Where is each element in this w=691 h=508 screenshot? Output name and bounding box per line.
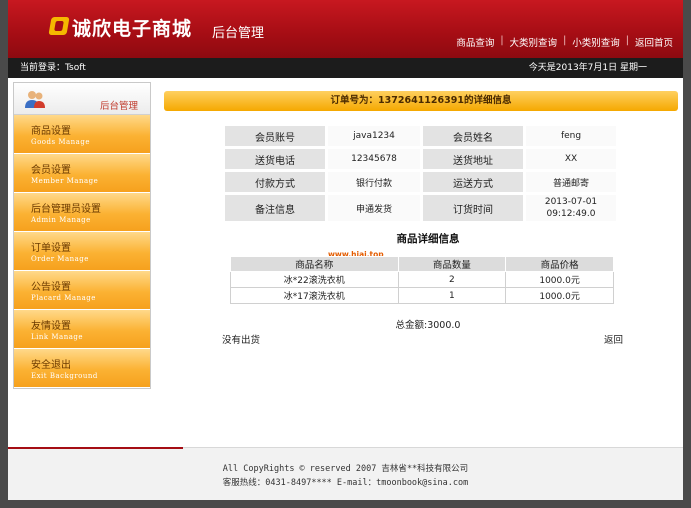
field-value: 银行付款	[328, 172, 420, 192]
field-value: XX	[526, 149, 616, 169]
sidebar: 后台管理 商品设置 Goods Manage 会员设置 Member Manag…	[13, 82, 151, 389]
table-row: 冰*22滚洗衣机 2 1000.0元	[230, 271, 614, 288]
field-label: 会员账号	[225, 126, 325, 146]
brand-subtitle: 后台管理	[212, 26, 265, 41]
top-nav: 商品查询 | 大类别查询 | 小类别查询 | 返回首页	[456, 35, 673, 49]
field-label: 送货电话	[225, 149, 325, 169]
sidebar-item-sublabel: Placard Manage	[31, 294, 96, 302]
table-cell: 冰*22滚洗衣机	[230, 271, 399, 288]
brand-name: 诚欣电子商城	[72, 18, 193, 40]
sidebar-item-sublabel: Member Manage	[31, 177, 99, 185]
nav-separator: |	[500, 35, 504, 46]
sidebar-item-sublabel: Exit Background	[31, 372, 98, 380]
field-value: 12345678	[328, 149, 420, 169]
column-header: 商品价格	[505, 256, 614, 272]
sidebar-item-links[interactable]: 友情设置 Link Manage	[14, 310, 150, 349]
order-title: 订单号为：1372641126391的详细信息	[164, 91, 678, 111]
sidebar-item-label: 会员设置	[31, 165, 71, 176]
field-value: java1234	[328, 126, 420, 146]
table-row: 付款方式 银行付款 运送方式 普通邮寄	[225, 172, 616, 192]
field-label: 订货时间	[423, 195, 523, 221]
shipping-status: 没有出货	[222, 335, 261, 346]
sidebar-item-placards[interactable]: 公告设置 Placard Manage	[14, 271, 150, 310]
sidebar-item-sublabel: Admin Manage	[31, 216, 91, 224]
sidebar-item-goods[interactable]: 商品设置 Goods Manage	[14, 115, 150, 154]
status-bar: 当前登录：Tsoft 今天是2013年7月1日 星期一	[8, 58, 683, 78]
table-row: 会员账号 java1234 会员姓名 feng	[225, 126, 616, 146]
back-link[interactable]: 返回	[604, 332, 623, 346]
sidebar-title: 后台管理	[99, 101, 138, 112]
field-label: 送货地址	[423, 149, 523, 169]
current-date: 今天是2013年7月1日 星期一	[528, 63, 647, 73]
sidebar-item-sublabel: Goods Manage	[31, 138, 90, 146]
table-row: 送货电话 12345678 送货地址 XX	[225, 149, 616, 169]
items-table: 商品名称 商品数量 商品价格 冰*22滚洗衣机 2 1000.0元 冰*17滚洗…	[230, 256, 614, 304]
footer-contact: 客服热线：0431-8497**** E-mail：tmoonbook@sina…	[222, 478, 469, 488]
nav-goods-query[interactable]: 商品查询	[456, 35, 494, 49]
sidebar-item-members[interactable]: 会员设置 Member Manage	[14, 154, 150, 193]
footer: All CopyRights © reserved 2007 吉林省**科技有限…	[8, 447, 683, 500]
sidebar-item-label: 商品设置	[31, 126, 71, 137]
nav-subcategory-query[interactable]: 小类别查询	[572, 35, 620, 49]
items-section-title: 商品详细信息	[396, 233, 460, 245]
sidebar-item-orders[interactable]: 订单设置 Order Manage	[14, 232, 150, 271]
nav-separator: |	[625, 35, 629, 46]
table-cell: 冰*17滚洗衣机	[230, 287, 399, 304]
table-row: 备注信息 申通发货 订货时间 2013-07-01 09:12:49.0	[225, 195, 616, 221]
footer-divider	[8, 447, 183, 449]
footer-copyright: All CopyRights © reserved 2007 吉林省**科技有限…	[222, 464, 469, 474]
page-frame: 诚欣电子商城 后台管理 商品查询 | 大类别查询 | 小类别查询 | 返回首页 …	[8, 0, 683, 500]
sidebar-item-exit[interactable]: 安全退出 Exit Background	[14, 349, 150, 388]
column-header: 商品名称	[230, 256, 399, 272]
sidebar-item-sublabel: Link Manage	[31, 333, 84, 341]
sidebar-item-label: 安全退出	[31, 360, 71, 371]
table-row: 冰*17滚洗衣机 1 1000.0元	[230, 287, 614, 304]
order-time-value: 2013-07-01 09:12:49.0	[526, 195, 616, 221]
table-cell: 1000.0元	[505, 287, 614, 304]
field-value: feng	[526, 126, 616, 146]
total-amount: 总金额:3000.0	[395, 320, 461, 331]
users-icon	[25, 91, 45, 108]
nav-home[interactable]: 返回首页	[635, 35, 673, 49]
sidebar-item-label: 订单设置	[31, 243, 71, 254]
field-label: 付款方式	[225, 172, 325, 192]
sidebar-item-sublabel: Order Manage	[31, 255, 89, 263]
table-cell: 1000.0元	[505, 271, 614, 288]
header: 诚欣电子商城 后台管理 商品查询 | 大类别查询 | 小类别查询 | 返回首页	[8, 0, 683, 58]
sidebar-header: 后台管理	[14, 83, 150, 115]
field-label: 备注信息	[225, 195, 325, 221]
sidebar-item-label: 公告设置	[31, 282, 71, 293]
order-info-table: 会员账号 java1234 会员姓名 feng 送货电话 12345678 送货…	[222, 123, 619, 224]
table-cell: 1	[398, 287, 507, 304]
sidebar-item-label: 后台管理员设置	[31, 204, 101, 215]
field-value: 申通发货	[328, 195, 420, 221]
logo-icon	[48, 17, 70, 35]
field-label: 会员姓名	[423, 126, 523, 146]
nav-separator: |	[563, 35, 567, 46]
table-header-row: 商品名称 商品数量 商品价格	[230, 256, 614, 272]
sidebar-item-label: 友情设置	[31, 321, 71, 332]
current-login: 当前登录：Tsoft	[20, 63, 86, 73]
field-value: 普通邮寄	[526, 172, 616, 192]
sidebar-item-admins[interactable]: 后台管理员设置 Admin Manage	[14, 193, 150, 232]
field-label: 运送方式	[423, 172, 523, 192]
column-header: 商品数量	[397, 256, 507, 272]
table-cell: 2	[398, 271, 507, 288]
nav-category-query[interactable]: 大类别查询	[510, 35, 558, 49]
